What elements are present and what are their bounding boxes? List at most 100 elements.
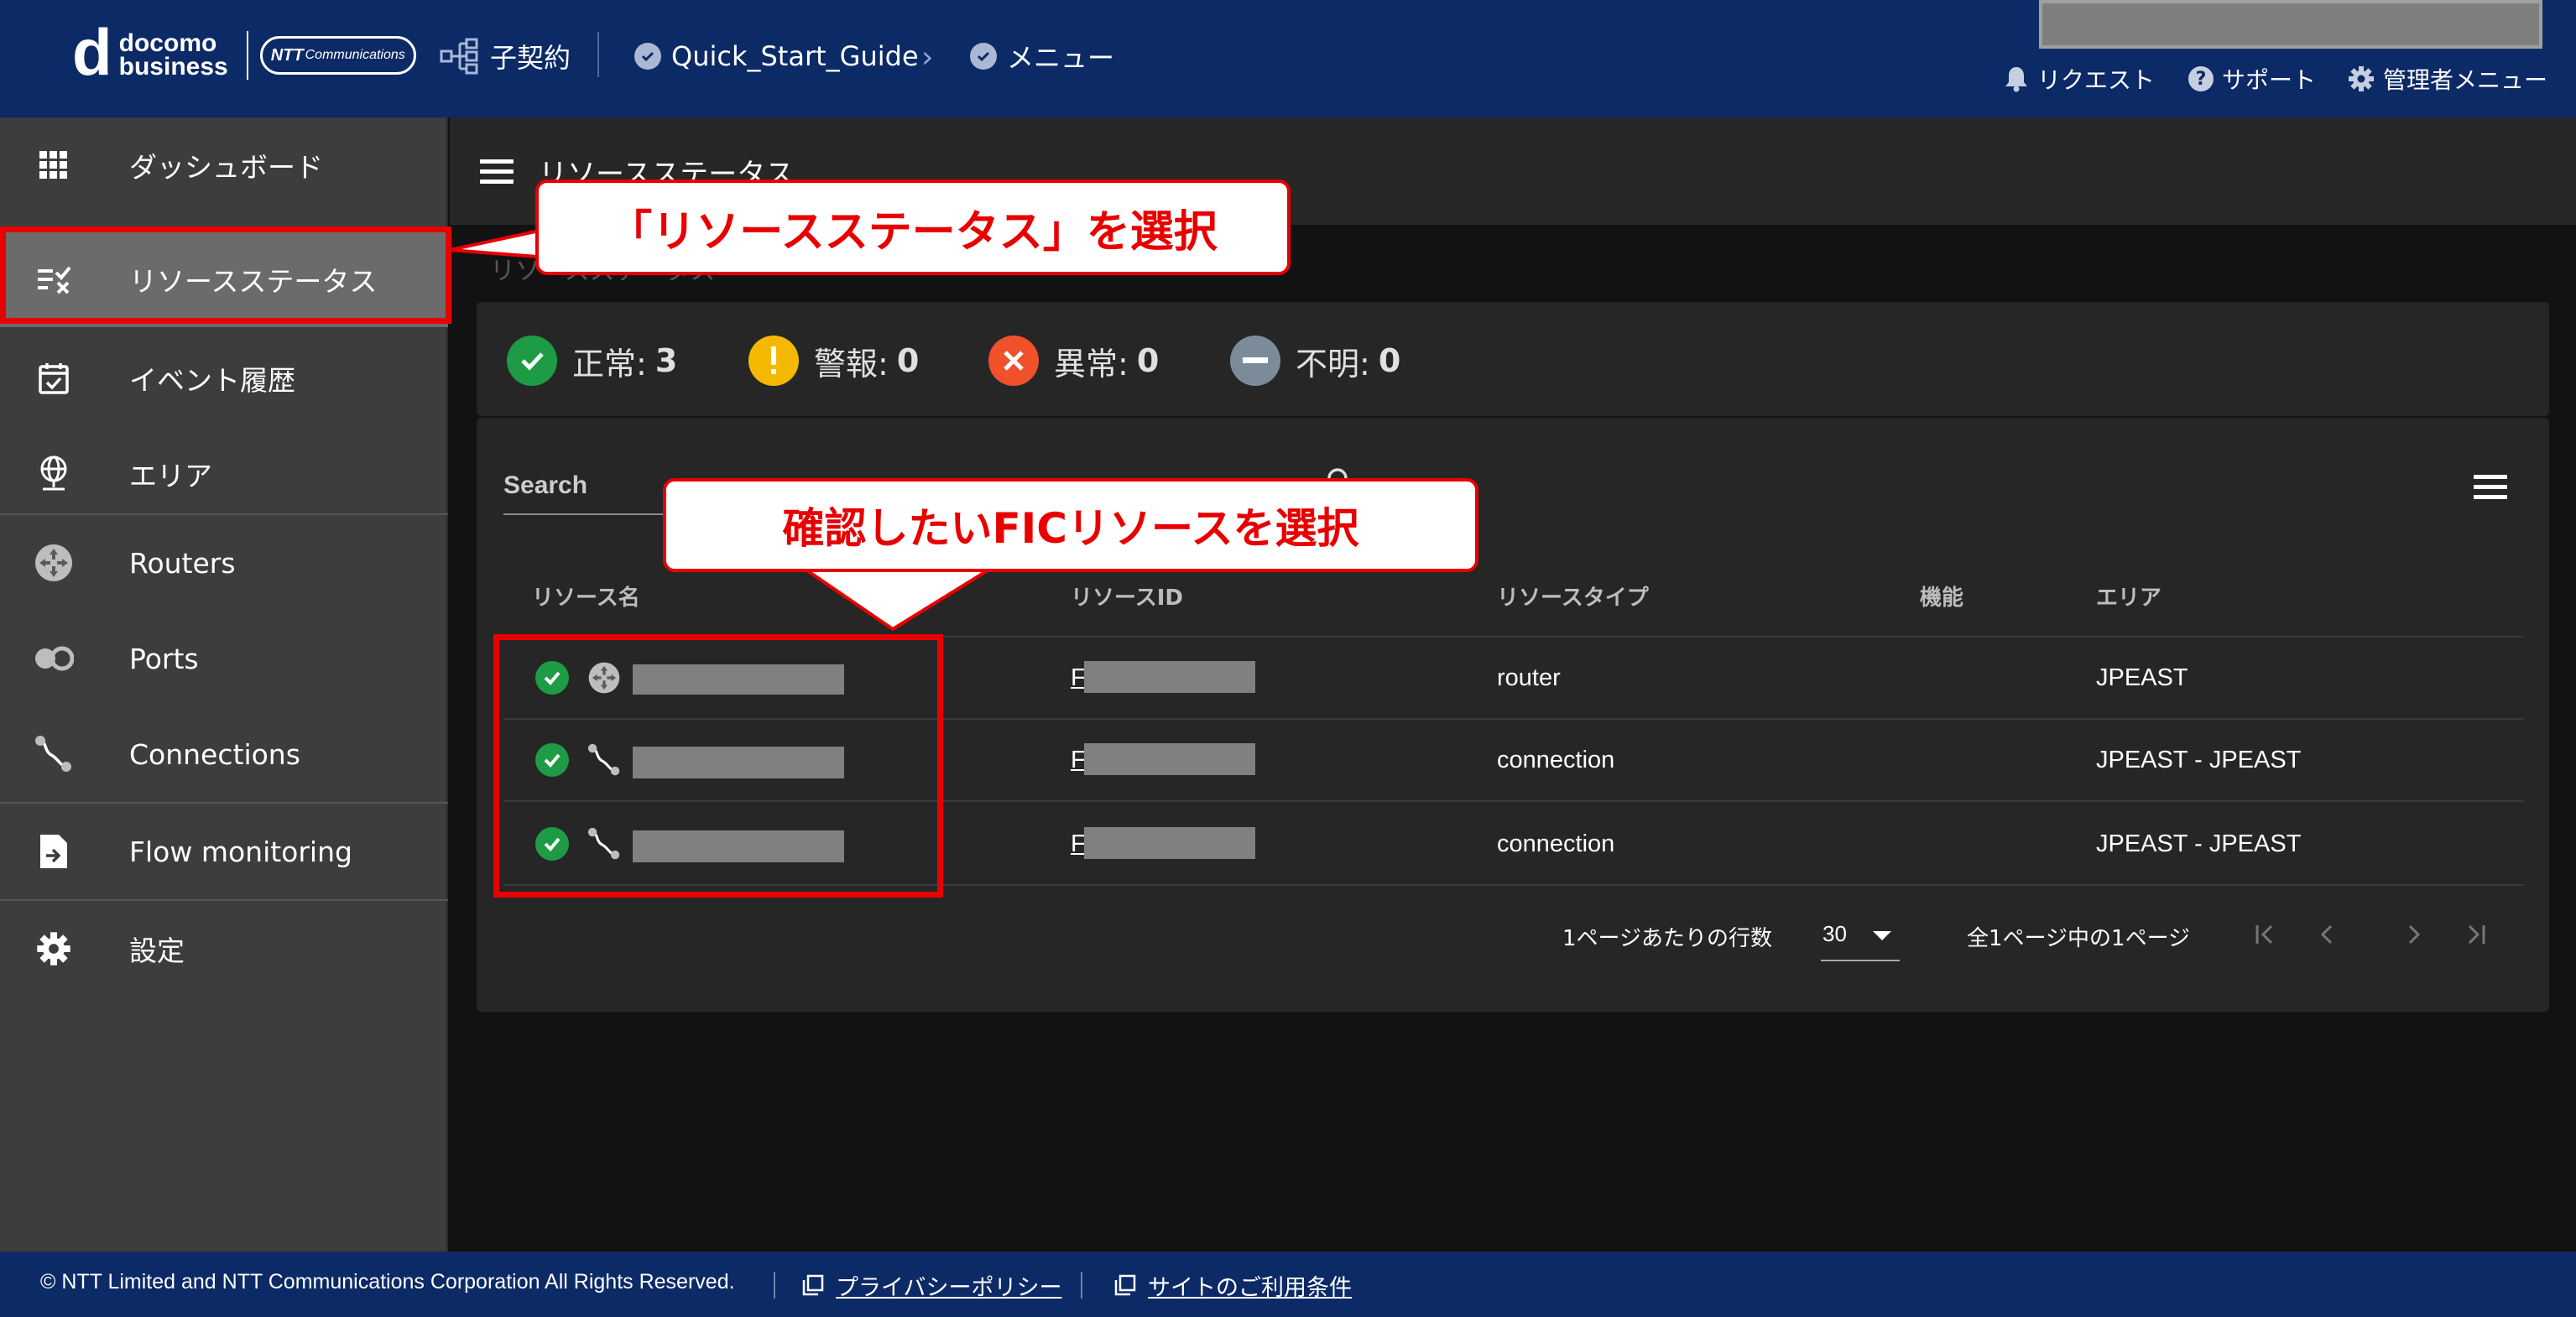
globe-pin-icon bbox=[34, 454, 74, 494]
sidebar-item-event-history[interactable]: イベント履歴 bbox=[0, 331, 448, 426]
menu-toggle-icon[interactable] bbox=[480, 159, 514, 190]
next-page-icon[interactable] bbox=[2395, 916, 2432, 953]
column-menu-icon[interactable] bbox=[2474, 475, 2507, 505]
first-page-icon[interactable] bbox=[2247, 916, 2284, 953]
annotation-callout-sidebar: 「リソースステータス」を選択 bbox=[535, 180, 1291, 275]
logo-d-mark: d bbox=[72, 15, 112, 89]
gear-icon bbox=[34, 929, 74, 969]
resource-area-cell: JPEAST - JPEAST bbox=[2096, 830, 2302, 857]
crumb-label: Quick_Start_Guide bbox=[671, 40, 919, 72]
summary-count: 0 bbox=[896, 342, 920, 379]
sidebar-item-label: Connections bbox=[129, 737, 300, 771]
column-header-area[interactable]: エリア bbox=[2096, 580, 2161, 612]
bell-icon bbox=[2005, 67, 2027, 92]
sidebar-item-dashboard[interactable]: ダッシュボード bbox=[0, 117, 448, 213]
summary-label: 不明: bbox=[1296, 345, 1370, 383]
page-info: 全1ページ中の1ページ bbox=[1967, 926, 2191, 951]
sidebar-item-ports[interactable]: Ports bbox=[0, 611, 448, 706]
crumb-label: メニュー bbox=[1007, 42, 1115, 74]
support-link[interactable]: ? サポート bbox=[2188, 62, 2316, 96]
sidebar-item-label: 設定 bbox=[129, 934, 185, 967]
previous-page-icon[interactable] bbox=[2309, 916, 2346, 953]
sidebar-item-label: イベント履歴 bbox=[129, 364, 295, 397]
chevron-right-icon: › bbox=[921, 40, 934, 75]
sidebar-item-label: ダッシュボード bbox=[129, 151, 323, 184]
crumb-quick-start-guide[interactable]: Quick_Start_Guide bbox=[634, 35, 919, 77]
port-icon bbox=[34, 638, 74, 679]
check-circle-icon bbox=[507, 336, 557, 386]
router-icon bbox=[34, 543, 74, 583]
rows-per-page-value: 30 bbox=[1822, 921, 1847, 946]
column-header-resource-id[interactable]: リソースID bbox=[1071, 580, 1183, 612]
check-circle-icon bbox=[634, 43, 661, 70]
column-header-resource-type[interactable]: リソースタイプ bbox=[1497, 580, 1649, 612]
summary-warning[interactable]: 警報: 0 bbox=[748, 336, 919, 386]
summary-unknown[interactable]: 不明: 0 bbox=[1230, 336, 1400, 386]
summary-count: 3 bbox=[654, 342, 678, 379]
top-header: d docomo business NTT Communications 子契約 bbox=[0, 0, 2576, 117]
connection-icon bbox=[34, 734, 74, 774]
grid-icon bbox=[34, 145, 74, 185]
callout-pointer-table bbox=[791, 562, 1005, 632]
crumb-sub-contract[interactable]: 子契約 bbox=[440, 35, 571, 77]
resource-type-cell: router bbox=[1497, 664, 1561, 691]
help-icon: ? bbox=[2188, 66, 2214, 91]
unknown-icon bbox=[1230, 336, 1280, 386]
footer-divider bbox=[774, 1272, 775, 1299]
crumb-label: 子契約 bbox=[490, 42, 571, 74]
sidebar-item-settings[interactable]: 設定 bbox=[0, 901, 448, 997]
org-tree-icon bbox=[440, 38, 478, 75]
terms-of-use-link[interactable]: サイトのご利用条件 bbox=[1114, 1268, 1352, 1302]
caret-down-icon bbox=[1873, 931, 1891, 940]
sidebar-item-flow-monitoring[interactable]: Flow monitoring bbox=[0, 804, 448, 899]
summary-count: 0 bbox=[1136, 342, 1160, 379]
copyright-text: © NTT Limited and NTT Communications Cor… bbox=[40, 1270, 735, 1294]
status-summary-card: 正常: 3 警報: 0 異常: 0 不明: 0 bbox=[477, 302, 2549, 416]
footer: © NTT Limited and NTT Communications Cor… bbox=[0, 1252, 2576, 1317]
rows-per-page-label: 1ページあたりの行数 bbox=[1562, 926, 1773, 951]
sidebar-item-area[interactable]: エリア bbox=[0, 426, 448, 522]
summary-error[interactable]: 異常: 0 bbox=[988, 336, 1159, 386]
sidebar-item-label: Flow monitoring bbox=[129, 835, 352, 868]
resource-type-cell: connection bbox=[1497, 747, 1615, 773]
resource-rows-highlight-box bbox=[493, 634, 943, 898]
request-link[interactable]: リクエスト bbox=[2004, 62, 2155, 96]
last-page-icon[interactable] bbox=[2457, 916, 2494, 953]
column-header-resource-name[interactable]: リソース名 bbox=[532, 580, 640, 612]
sidebar-item-label: エリア bbox=[129, 460, 212, 492]
masked-resource-id[interactable] bbox=[1084, 827, 1255, 859]
warning-icon bbox=[748, 336, 799, 386]
logo-line-1: docomo bbox=[118, 29, 217, 57]
resource-area-cell: JPEAST bbox=[2096, 664, 2188, 691]
masked-resource-id[interactable] bbox=[1084, 743, 1255, 775]
masked-account-info[interactable] bbox=[2039, 0, 2542, 49]
gear-icon bbox=[2349, 66, 2374, 91]
footer-divider bbox=[1081, 1272, 1082, 1299]
rows-per-page-select[interactable]: 30 bbox=[1821, 919, 1900, 961]
masked-resource-id[interactable] bbox=[1084, 661, 1255, 693]
ntt-communications-logo: NTT Communications bbox=[259, 36, 416, 75]
annotation-callout-table: 確認したいFICリソースを選択 bbox=[663, 478, 1478, 572]
summary-label: 正常: bbox=[572, 345, 647, 383]
external-window-icon bbox=[802, 1274, 824, 1296]
search-label: Search bbox=[503, 471, 588, 499]
summary-label: 警報: bbox=[814, 345, 889, 383]
resource-type-cell: connection bbox=[1497, 830, 1615, 857]
docomo-business-logo[interactable]: d docomo business NTT Communications bbox=[72, 19, 416, 86]
admin-menu-link[interactable]: 管理者メニュー bbox=[2348, 62, 2547, 96]
logo-line-2: business bbox=[118, 53, 228, 81]
crumb-menu[interactable]: メニュー bbox=[970, 35, 1114, 77]
resource-area-cell: JPEAST - JPEAST bbox=[2096, 747, 2302, 773]
external-window-icon bbox=[1114, 1274, 1136, 1296]
summary-normal[interactable]: 正常: 3 bbox=[507, 336, 677, 386]
summary-label: 異常: bbox=[1054, 345, 1129, 383]
crumb-divider bbox=[597, 32, 599, 77]
sidebar-item-connections[interactable]: Connections bbox=[0, 706, 448, 802]
privacy-policy-link[interactable]: プライバシーポリシー bbox=[802, 1268, 1061, 1302]
error-icon bbox=[988, 336, 1039, 386]
logo-separator bbox=[246, 31, 248, 80]
sidebar-item-routers[interactable]: Routers bbox=[0, 515, 448, 611]
column-header-function[interactable]: 機能 bbox=[1920, 580, 1963, 612]
calendar-check-icon bbox=[34, 358, 74, 398]
file-export-icon bbox=[34, 831, 74, 872]
